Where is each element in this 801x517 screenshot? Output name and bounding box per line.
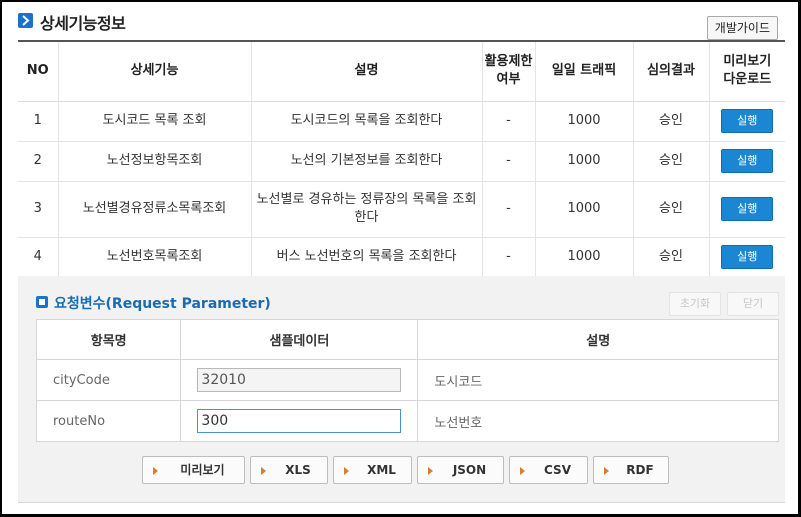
col-header-limit: 활용제한 여부 bbox=[481, 41, 535, 102]
arrow-right-icon bbox=[261, 467, 266, 475]
json-button-label: JSON bbox=[452, 463, 487, 477]
row-desc: 노선의 기본정보를 조회한다 bbox=[250, 141, 482, 182]
param-row: cityCode 도시코드 bbox=[36, 359, 779, 401]
col-header-no: NO bbox=[18, 41, 58, 102]
row-limit: - bbox=[481, 181, 535, 238]
window-frame: 상세기능정보 개발가이드 NO 상세기능 설명 활용제한 여부 일일 트래픽 심… bbox=[0, 0, 801, 517]
row-desc: 노선별로 경유하는 정류장의 목록을 조회한다 bbox=[250, 181, 482, 238]
arrow-right-icon bbox=[153, 467, 158, 475]
table-row: 1 도시코드 목록 조회 도시코드의 목록을 조회한다 - 1000 승인 실행 bbox=[18, 101, 785, 142]
row-review: 승인 bbox=[632, 181, 709, 238]
param-desc: 도시코드 bbox=[417, 359, 779, 401]
rdf-button[interactable]: RDF bbox=[593, 456, 669, 484]
preview-button[interactable]: 미리보기 bbox=[142, 456, 245, 484]
param-row: routeNo 노선번호 bbox=[37, 400, 779, 442]
col-header-feature: 상세기능 bbox=[57, 41, 251, 102]
preview-button-label: 미리보기 bbox=[180, 463, 225, 477]
table-row: 2 노선정보항목조회 노선의 기본정보를 조회한다 - 1000 승인 실행 bbox=[18, 141, 785, 182]
close-button[interactable]: 닫기 bbox=[727, 292, 779, 316]
csv-button-label: CSV bbox=[544, 463, 571, 477]
row-review: 승인 bbox=[632, 101, 709, 142]
param-header-row: 항목명 샘플데이터 설명 bbox=[36, 319, 779, 360]
col-header-preview: 미리보기 다운로드 bbox=[708, 41, 785, 102]
table-row: 4 노선번호목록조회 버스 노선번호의 목록을 조회한다 - 1000 승인 실… bbox=[18, 237, 785, 278]
row-feature: 노선별경유정류소목록조회 bbox=[57, 181, 251, 238]
row-action-cell: 실행 bbox=[708, 181, 785, 238]
param-section-title: 요청변수(Request Parameter) bbox=[54, 296, 271, 312]
row-action-cell: 실행 bbox=[708, 101, 785, 142]
param-value-cell bbox=[180, 359, 418, 401]
row-review: 승인 bbox=[632, 237, 709, 278]
row-traffic: 1000 bbox=[534, 237, 633, 278]
rdf-button-label: RDF bbox=[626, 463, 654, 477]
row-desc: 도시코드의 목록을 조회한다 bbox=[250, 101, 482, 142]
arrow-right-icon bbox=[520, 467, 525, 475]
section-header: 상세기능정보 개발가이드 bbox=[18, 10, 778, 40]
request-parameter-panel: 요청변수(Request Parameter) 초기화 닫기 항목명 샘플데이터… bbox=[18, 276, 785, 503]
reset-button[interactable]: 초기화 bbox=[669, 292, 721, 316]
arrow-right-icon bbox=[344, 467, 349, 475]
param-col-sample: 샘플데이터 bbox=[180, 319, 418, 360]
row-feature: 노선번호목록조회 bbox=[57, 237, 251, 278]
row-desc: 버스 노선번호의 목록을 조회한다 bbox=[250, 237, 482, 278]
row-traffic: 1000 bbox=[534, 141, 633, 182]
xls-button[interactable]: XLS bbox=[250, 456, 328, 484]
row-action-cell: 실행 bbox=[708, 141, 785, 182]
json-button[interactable]: JSON bbox=[417, 456, 504, 484]
table-header-row: NO 상세기능 설명 활용제한 여부 일일 트래픽 심의결과 미리보기 다운로드 bbox=[18, 41, 785, 102]
row-limit: - bbox=[481, 101, 535, 142]
run-button[interactable]: 실행 bbox=[721, 149, 774, 173]
col-header-desc: 설명 bbox=[250, 41, 482, 102]
city-code-input[interactable] bbox=[197, 368, 402, 392]
param-desc: 노선번호 bbox=[417, 400, 779, 442]
param-value-cell bbox=[180, 400, 418, 442]
row-limit: - bbox=[481, 141, 535, 182]
row-limit: - bbox=[481, 237, 535, 278]
csv-button[interactable]: CSV bbox=[509, 456, 588, 484]
row-no: 1 bbox=[18, 101, 58, 142]
arrow-right-icon bbox=[604, 467, 609, 475]
param-col-name: 항목명 bbox=[36, 319, 181, 360]
square-bullet-icon bbox=[36, 296, 48, 308]
param-name: routeNo bbox=[53, 413, 106, 429]
row-action-cell: 실행 bbox=[708, 237, 785, 278]
param-name: cityCode bbox=[36, 359, 181, 401]
param-col-desc: 설명 bbox=[417, 319, 779, 360]
run-button[interactable]: 실행 bbox=[721, 197, 774, 221]
run-button[interactable]: 실행 bbox=[721, 109, 774, 133]
xml-button[interactable]: XML bbox=[333, 456, 412, 484]
page-title: 상세기능정보 bbox=[40, 14, 126, 33]
xml-button-label: XML bbox=[367, 463, 396, 477]
row-traffic: 1000 bbox=[534, 181, 633, 238]
col-header-traffic: 일일 트래픽 bbox=[534, 41, 633, 102]
row-feature: 도시코드 목록 조회 bbox=[57, 101, 251, 142]
dev-guide-button[interactable]: 개발가이드 bbox=[706, 16, 778, 40]
chevron-right-icon bbox=[18, 13, 33, 28]
param-table: 항목명 샘플데이터 설명 cityCode 도시코드 routeNo 노선번호 bbox=[36, 319, 779, 442]
feature-table: NO 상세기능 설명 활용제한 여부 일일 트래픽 심의결과 미리보기 다운로드… bbox=[18, 40, 785, 278]
table-row: 3 노선별경유정류소목록조회 노선별로 경유하는 정류장의 목록을 조회한다 -… bbox=[18, 181, 785, 238]
route-no-input[interactable] bbox=[197, 409, 402, 433]
row-traffic: 1000 bbox=[534, 101, 633, 142]
run-button[interactable]: 실행 bbox=[721, 245, 774, 269]
arrow-right-icon bbox=[428, 467, 433, 475]
row-feature: 노선정보항목조회 bbox=[57, 141, 251, 182]
row-no: 4 bbox=[18, 237, 58, 278]
col-header-review: 심의결과 bbox=[632, 41, 709, 102]
xls-button-label: XLS bbox=[285, 463, 311, 477]
row-no: 2 bbox=[18, 141, 58, 182]
row-no: 3 bbox=[18, 181, 58, 238]
row-review: 승인 bbox=[632, 141, 709, 182]
